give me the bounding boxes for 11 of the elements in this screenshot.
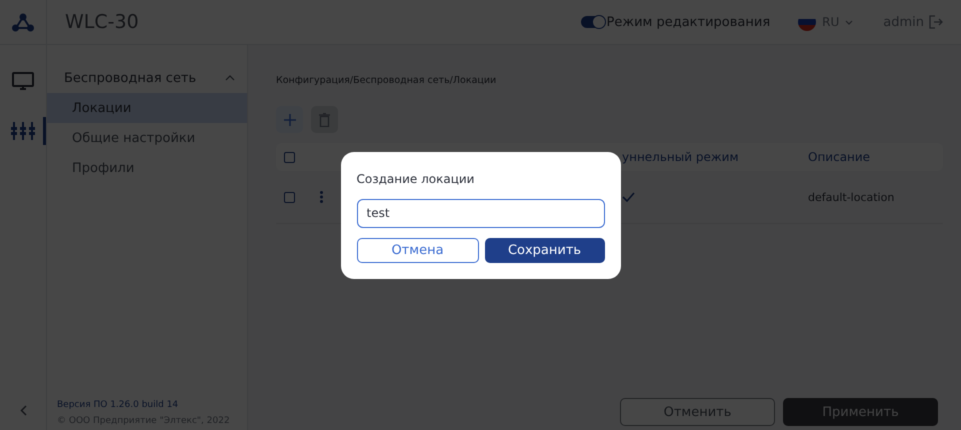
dialog-title: Создание локации [356, 172, 476, 186]
location-name-field[interactable]: test [356, 198, 604, 228]
edit-mode-label: Режим редактирования [606, 14, 770, 30]
breadcrumb: Конфигурация/Беспроводная сеть/Локации [276, 75, 498, 86]
save-button[interactable]: Сохранить [484, 238, 604, 262]
version-text: Версия ПО 1.26.0 build 14 [57, 400, 180, 410]
column-header[interactable]: уннельный режим [622, 150, 739, 164]
sidebar-group[interactable]: Беспроводная сеть [64, 69, 235, 87]
column-header[interactable]: Описание [808, 150, 870, 164]
cancel-button[interactable]: Отмена [356, 238, 478, 262]
table-cell: default-location [808, 190, 894, 204]
